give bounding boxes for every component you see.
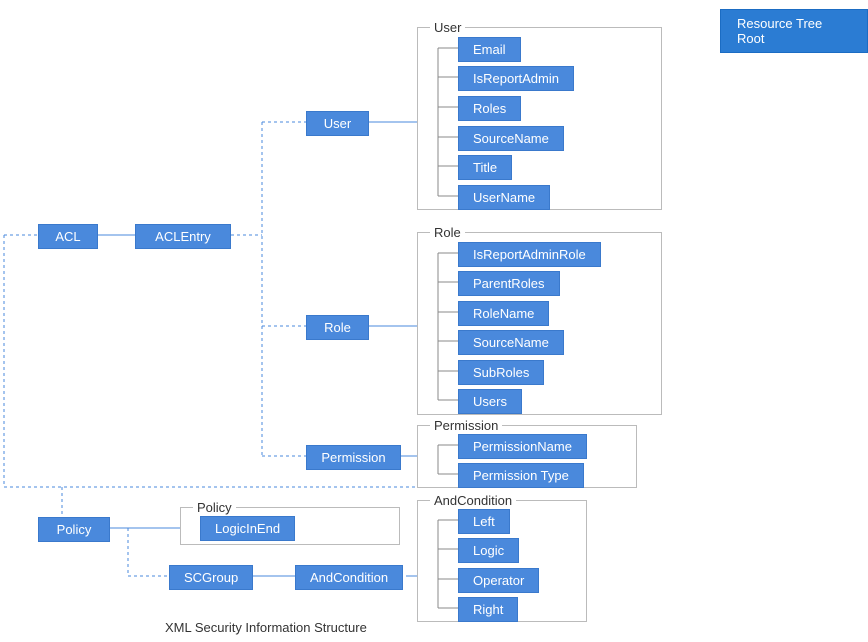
andcondition-node: AndCondition <box>295 565 403 590</box>
policy-node: Policy <box>38 517 110 542</box>
user-prop-title: Title <box>458 155 512 180</box>
user-prop-sourcename: SourceName <box>458 126 564 151</box>
scgroup-node: SCGroup <box>169 565 253 590</box>
user-prop-isreportadmin: IsReportAdmin <box>458 66 574 91</box>
user-prop-roles: Roles <box>458 96 521 121</box>
permission-prop-name: PermissionName <box>458 434 587 459</box>
user-prop-email: Email <box>458 37 521 62</box>
andcondition-prop-right: Right <box>458 597 518 622</box>
role-prop-sourcename: SourceName <box>458 330 564 355</box>
role-prop-parentroles: ParentRoles <box>458 271 560 296</box>
andcondition-prop-left: Left <box>458 509 510 534</box>
user-node: User <box>306 111 369 136</box>
permission-group-label: Permission <box>430 418 502 433</box>
role-prop-isreportadminrole: IsReportAdminRole <box>458 242 601 267</box>
user-prop-username: UserName <box>458 185 550 210</box>
role-prop-subroles: SubRoles <box>458 360 544 385</box>
aclentry-node: ACLEntry <box>135 224 231 249</box>
role-prop-rolename: RoleName <box>458 301 549 326</box>
permission-node: Permission <box>306 445 401 470</box>
user-group-box <box>417 27 662 210</box>
andcondition-prop-operator: Operator <box>458 568 539 593</box>
policy-group-label: Policy <box>193 500 236 515</box>
permission-prop-type: Permission Type <box>458 463 584 488</box>
andcondition-group-label: AndCondition <box>430 493 516 508</box>
role-node: Role <box>306 315 369 340</box>
role-group-label: Role <box>430 225 465 240</box>
policy-prop-logicinend: LogicInEnd <box>200 516 295 541</box>
role-prop-users: Users <box>458 389 522 414</box>
andcondition-prop-logic: Logic <box>458 538 519 563</box>
acl-node: ACL <box>38 224 98 249</box>
resource-tree-root-button[interactable]: Resource Tree Root <box>720 9 868 53</box>
user-group-label: User <box>430 20 465 35</box>
diagram-caption: XML Security Information Structure <box>165 620 367 635</box>
